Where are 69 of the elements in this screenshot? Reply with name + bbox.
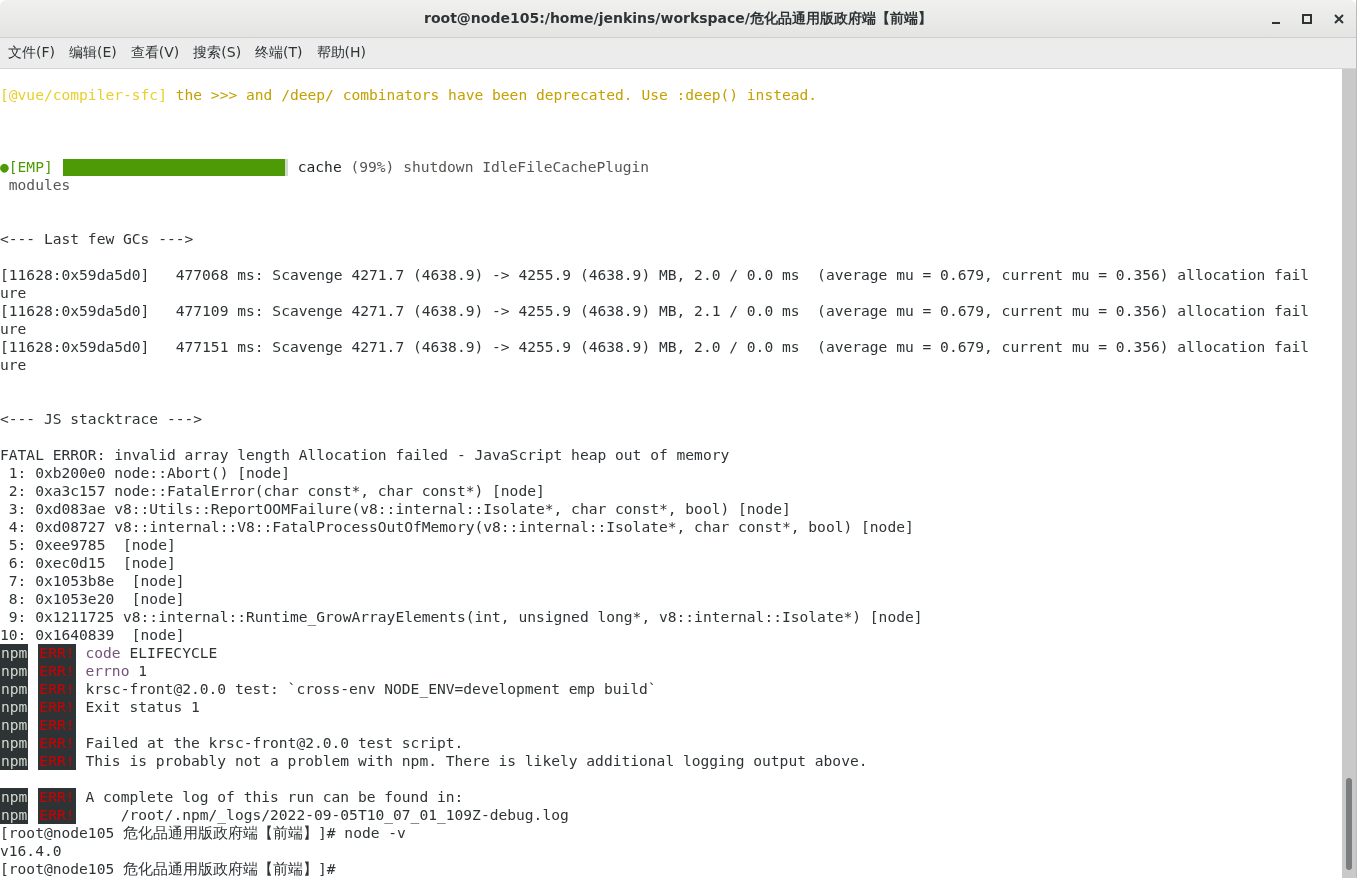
terminal-text: A complete log of this run can be found in:: [85, 788, 464, 806]
close-icon: [1334, 13, 1344, 24]
terminal-text: 1: [138, 662, 147, 680]
error-label: ERR!: [38, 662, 76, 680]
error-label: ERR!: [38, 680, 76, 698]
terminal-text: 8: 0x1053e20 [node]: [7, 590, 185, 608]
minimize-icon: [1272, 21, 1280, 24]
terminal-text: 1: 0xb200e0 node::Abort() [node]: [7, 464, 290, 482]
terminal-keyword: errno: [85, 662, 130, 680]
terminal-text: [root@node105 危化品通用版政府端【前端】]#: [0, 860, 336, 878]
terminal-text: the >>> and /deep/ combinators have been deprecated. Use :deep() instead.: [174, 86, 818, 104]
terminal-text: <--- Last few GCs --->: [0, 230, 194, 248]
npm-label: npm: [0, 716, 29, 734]
menu-item[interactable]: 查看(V): [124, 40, 186, 66]
terminal-text: Exit status 1: [85, 698, 200, 716]
terminal-text: 2: 0xa3c157 node::FatalError(char const*, char const*) [node]: [7, 482, 545, 500]
terminal-text: 6: 0xec0d15 [node]: [7, 554, 176, 572]
error-label: ERR!: [38, 698, 76, 716]
error-label: ERR!: [38, 716, 76, 734]
terminal-text: 9: 0x1211725 v8::internal::Runtime_GrowArrayElements(int, unsigned long*, v8::internal::Isolate*) [node]: [7, 608, 923, 626]
npm-label: npm: [0, 734, 29, 752]
terminal-text: 4: 0xd08727 v8::internal::V8::FatalProcessOutOfMemory(v8::internal::Isolate*, char const*, bool) [node]: [7, 518, 914, 536]
menu-item[interactable]: 文件(F): [2, 40, 61, 66]
window-title: root@node105:/home/jenkins/workspace/危化品通用版政府端【前端】: [424, 9, 932, 28]
menu-item[interactable]: 搜索(S): [187, 40, 248, 66]
terminal-text: [11628:0x59da5d0] 477109 ms: Scavenge 4271.7 (4638.9) -> 4255.9 (4638.9) MB, 2.1 / 0.0 ms (average mu = 0.679, current mu = 0.356) allocation fail: [0, 302, 1310, 320]
terminal-keyword: code: [85, 644, 121, 662]
terminal-text: modules: [7, 176, 71, 194]
terminal-text: <--- JS stacktrace --->: [0, 410, 203, 428]
terminal-text: krsc-front@2.0.0 test: `cross-env NODE_ENV=development emp build`: [85, 680, 657, 698]
terminal-text: ELIFECYCLE: [129, 644, 218, 662]
npm-label: npm: [0, 806, 29, 824]
npm-label: npm: [0, 698, 29, 716]
terminal-text: [11628:0x59da5d0] 477068 ms: Scavenge 4271.7 (4638.9) -> 4255.9 (4638.9) MB, 2.0 / 0.0 ms (average mu = 0.679, current mu = 0.356) allocation fail: [0, 266, 1310, 284]
terminal-text: 5: 0xee9785 [node]: [7, 536, 176, 554]
error-label: ERR!: [38, 752, 76, 770]
error-label: ERR!: [38, 788, 76, 806]
terminal-text: ●: [0, 158, 9, 176]
terminal-text: ure: [0, 284, 27, 302]
terminal-text: /root/.npm/_logs/2022-09-05T10_07_01_109Z-debug.log: [119, 806, 569, 824]
error-label: ERR!: [38, 806, 76, 824]
menu-item[interactable]: 帮助(H): [310, 40, 373, 66]
terminal-text: This is probably not a problem with npm. There is likely additional logging output above.: [85, 752, 868, 770]
terminal-text: Failed at the krsc-front@2.0.0 test script.: [85, 734, 464, 752]
scroll-thumb[interactable]: [1346, 778, 1352, 870]
terminal-text: v16.4.0: [0, 842, 62, 860]
npm-label: npm: [0, 644, 29, 662]
terminal-text: 3: 0xd083ae v8::Utils::ReportOOMFailure(v8::internal::Isolate*, char const*, bool) [node]: [7, 500, 791, 518]
scrollbar[interactable]: [1342, 69, 1356, 878]
npm-label: npm: [0, 680, 29, 698]
terminal-text: 7: 0x1053b8e [node]: [7, 572, 185, 590]
menu-item[interactable]: 编辑(E): [63, 40, 123, 66]
terminal-text: ure: [0, 320, 27, 338]
terminal-text: [EMP]: [8, 158, 53, 176]
terminal-text: [11628:0x59da5d0] 477151 ms: Scavenge 4271.7 (4638.9) -> 4255.9 (4638.9) MB, 2.0 / 0.0 ms (average mu = 0.679, current mu = 0.356) allocation fail: [0, 338, 1310, 356]
terminal-text: [root@node105 危化品通用版政府端【前端】]# node -v: [0, 824, 406, 842]
maximize-icon: [1302, 13, 1312, 24]
terminal-text: [@vue/compiler-sfc]: [0, 86, 167, 104]
error-label: ERR!: [38, 734, 76, 752]
npm-label: npm: [0, 788, 29, 806]
terminal-text: cache: [297, 158, 342, 176]
npm-label: npm: [0, 752, 29, 770]
error-label: ERR!: [38, 644, 76, 662]
terminal-text: (99%) shutdown IdleFileCachePlugin: [350, 158, 650, 176]
menu-item[interactable]: 终端(T): [249, 40, 309, 66]
terminal-text: FATAL ERROR: invalid array length Allocation failed - JavaScript heap out of memory: [0, 446, 730, 464]
npm-label: npm: [0, 662, 29, 680]
terminal-text: ure: [0, 356, 27, 374]
terminal-text: 10: 0x1640839 [node]: [0, 626, 185, 644]
